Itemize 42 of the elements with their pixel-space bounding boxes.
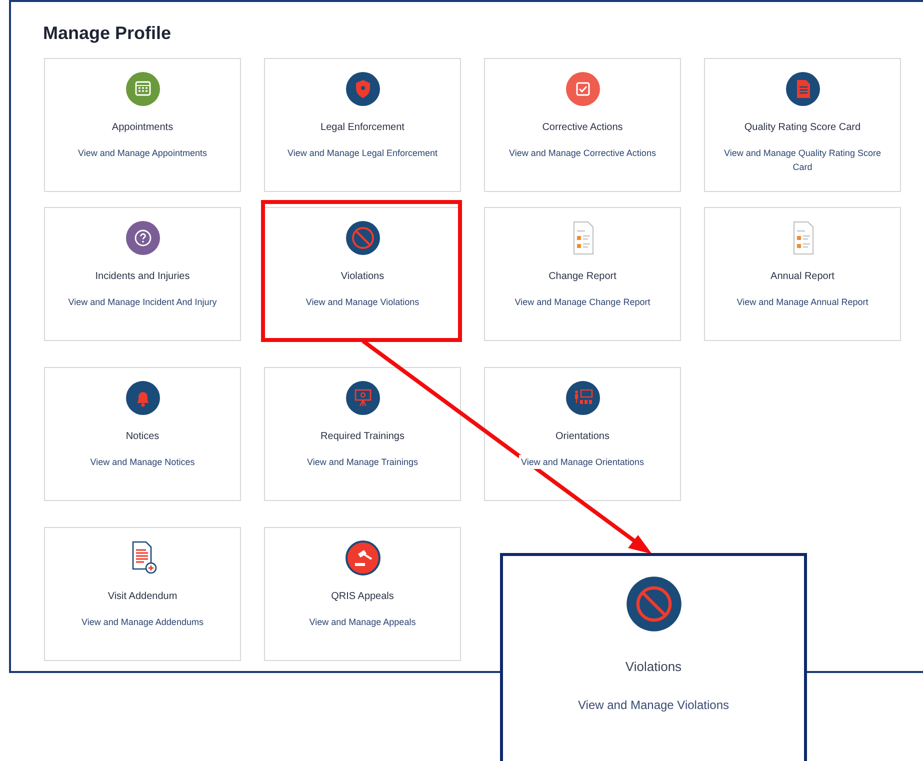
- profile-card[interactable]: Appointments View and Manage Appointments: [44, 58, 241, 192]
- presentation-board-icon: [344, 380, 380, 416]
- gavel-icon: [344, 540, 380, 576]
- profile-card[interactable]: Corrective Actions View and Manage Corrective Actions: [484, 58, 681, 192]
- card-title: Change Report: [548, 270, 616, 283]
- card-title: Annual Report: [770, 270, 834, 283]
- calendar-icon: [124, 71, 160, 107]
- profile-card[interactable]: Visit Addendum View and Manage Addendums: [44, 527, 241, 661]
- card-description: View and Manage Annual Report: [734, 295, 870, 309]
- profile-card[interactable]: Incidents and Injuries View and Manage Incident And Injury: [44, 207, 241, 341]
- card-title: Corrective Actions: [542, 121, 623, 134]
- card-description: View and Manage Violations: [304, 295, 422, 309]
- card-title: QRIS Appeals: [331, 590, 394, 603]
- question-icon: [124, 220, 160, 256]
- card-title: Required Trainings: [320, 430, 404, 443]
- card-title: Notices: [126, 430, 160, 443]
- page-title: Manage Profile: [43, 22, 172, 45]
- prohibited-icon: [624, 575, 682, 633]
- checkbox-icon: [564, 71, 600, 107]
- shield-icon: [344, 71, 380, 107]
- card-title: Violations: [340, 270, 384, 283]
- profile-card[interactable]: Quality Rating Score Card View and Manage Quality Rating Score Card: [704, 58, 901, 192]
- card-title: Incidents and Injuries: [95, 270, 190, 283]
- card-title: Orientations: [556, 430, 610, 443]
- bell-icon: [124, 380, 160, 416]
- profile-card[interactable]: QRIS Appeals View and Manage Appeals: [264, 527, 461, 661]
- profile-card[interactable]: Annual Report View and Manage Annual Report: [704, 207, 901, 341]
- prohibited-icon: [344, 220, 380, 256]
- document-icon: [784, 71, 820, 107]
- profile-card[interactable]: Orientations View and Manage Orientations: [484, 367, 681, 501]
- classroom-icon: [564, 380, 600, 416]
- card-description: View and Manage Appeals: [307, 615, 418, 629]
- card-title: Quality Rating Score Card: [744, 121, 861, 134]
- profile-card[interactable]: Legal Enforcement View and Manage Legal Enforcement: [264, 58, 461, 192]
- card-description: View and Manage Orientations: [519, 455, 646, 469]
- profile-card[interactable]: Required Trainings View and Manage Trainings: [264, 367, 461, 501]
- card-title: Legal Enforcement: [320, 121, 404, 134]
- card-title: Violations: [625, 658, 682, 676]
- profile-card[interactable]: Change Report View and Manage Change Report: [484, 207, 681, 341]
- card-title: Appointments: [112, 121, 174, 134]
- card-title: Visit Addendum: [108, 590, 178, 603]
- profile-card[interactable]: Notices View and Manage Notices: [44, 367, 241, 501]
